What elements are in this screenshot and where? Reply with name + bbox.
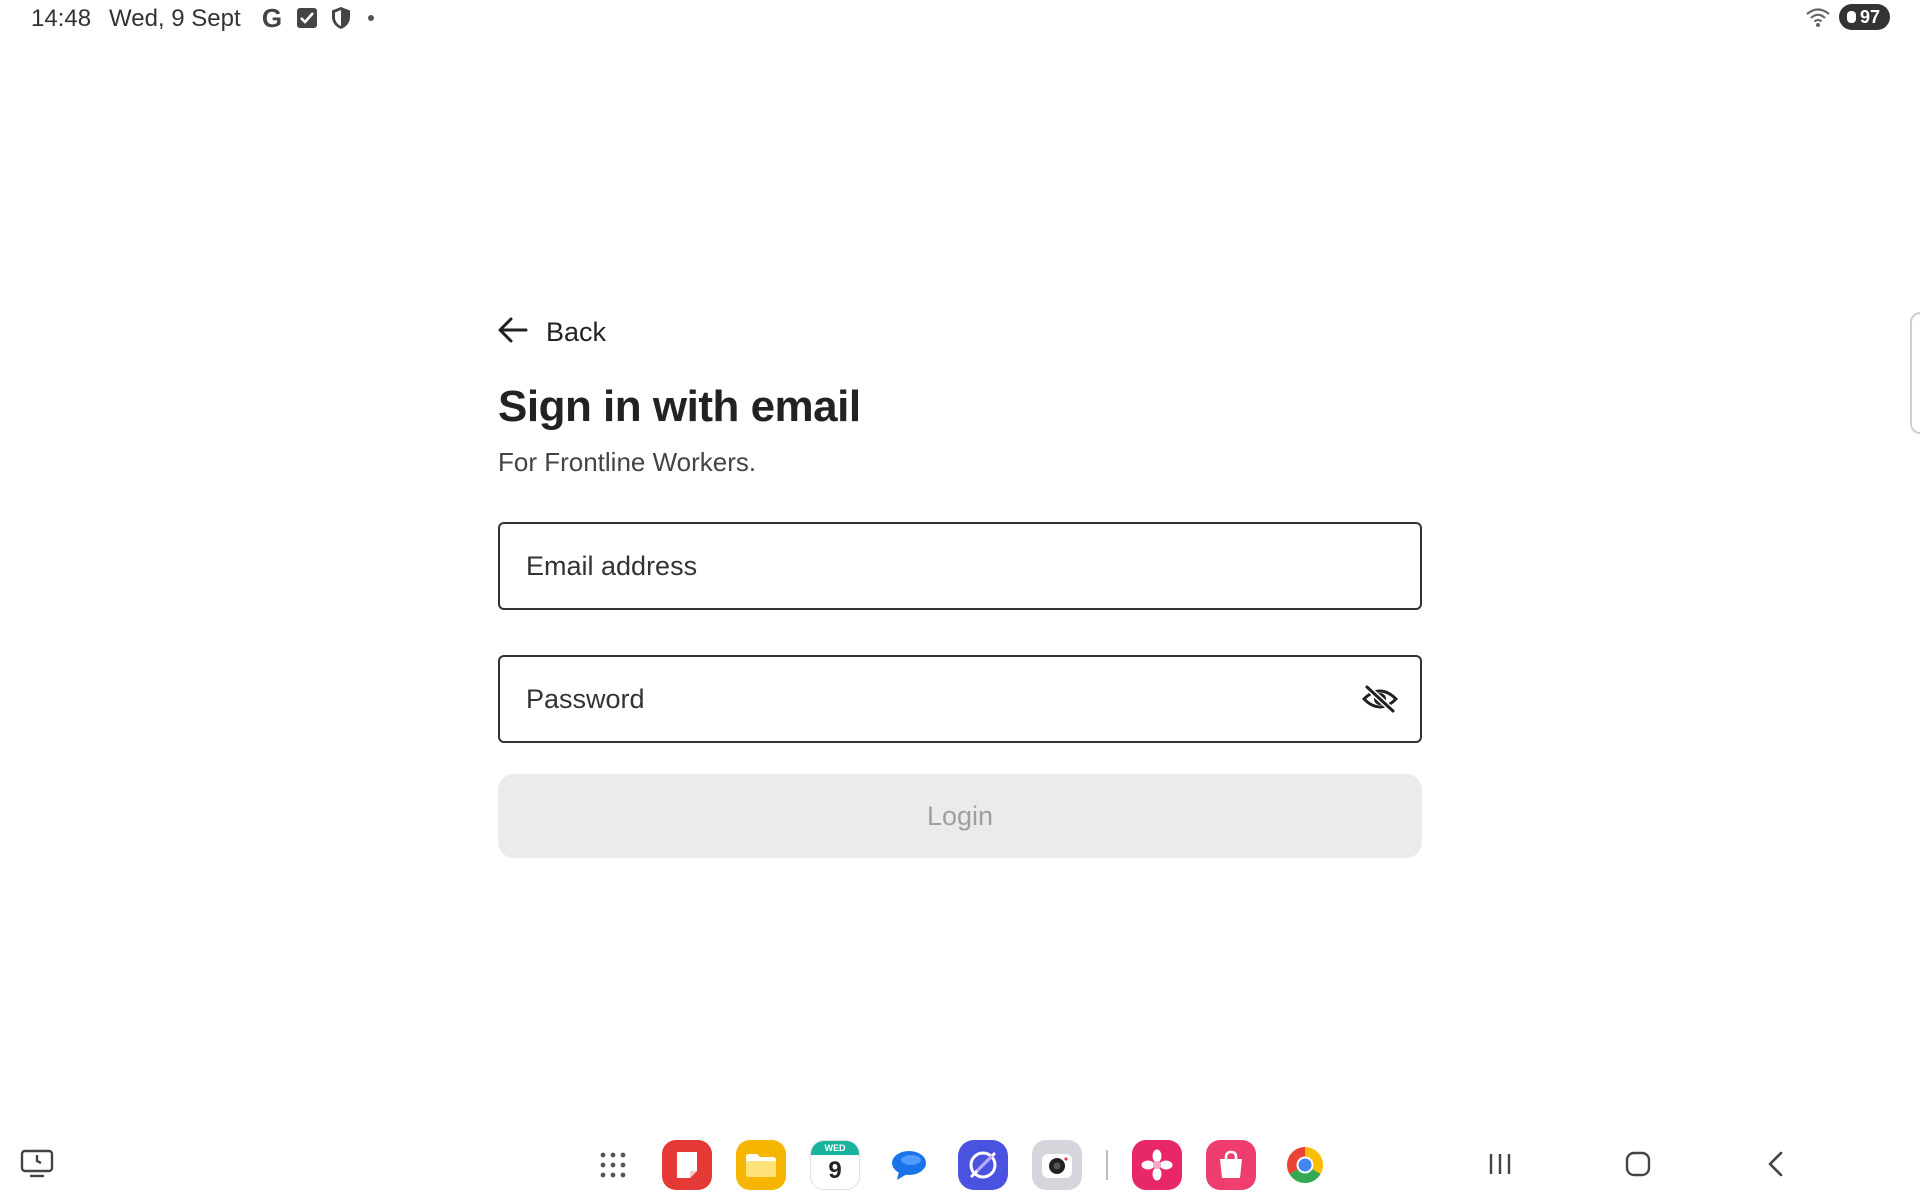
status-system-icons: 97 xyxy=(1805,4,1890,30)
battery-level: 97 xyxy=(1859,6,1880,27)
back-button[interactable]: Back xyxy=(498,312,606,352)
notes-app-icon[interactable] xyxy=(662,1140,712,1190)
taskbar-divider xyxy=(1106,1150,1108,1180)
calendar-weekday: WED xyxy=(811,1141,859,1155)
page-title: Sign in with email xyxy=(498,382,861,431)
email-field[interactable] xyxy=(498,522,1422,610)
more-notifications-dot xyxy=(368,15,374,21)
shield-icon xyxy=(328,5,354,31)
wifi-icon xyxy=(1805,4,1831,30)
battery-saver-glyph xyxy=(1846,11,1856,23)
eye-off-icon[interactable] xyxy=(1360,679,1400,719)
files-app-icon[interactable] xyxy=(736,1140,786,1190)
email-input[interactable] xyxy=(524,549,1400,583)
app-drawer-icon[interactable] xyxy=(588,1140,638,1190)
checkbox-notification-icon xyxy=(294,5,320,31)
status-bar: 14:48 Wed, 9 Sept G 97 xyxy=(0,0,1920,36)
taskbar: WED 9 xyxy=(0,1134,1920,1194)
calendar-app-icon[interactable]: WED 9 xyxy=(810,1140,860,1190)
password-field[interactable] xyxy=(498,655,1422,743)
chrome-app-icon[interactable] xyxy=(1280,1140,1330,1190)
arrow-left-icon xyxy=(498,317,528,348)
battery-icon: 97 xyxy=(1838,4,1890,30)
messages-app-icon[interactable] xyxy=(884,1140,934,1190)
status-time: 14:48 xyxy=(31,5,92,32)
store-app-icon[interactable] xyxy=(1206,1140,1256,1190)
screen-recorder-icon[interactable] xyxy=(20,1148,54,1180)
edge-panel-handle[interactable] xyxy=(1910,312,1920,434)
status-date: Wed, 9 Sept xyxy=(109,5,241,32)
password-input[interactable] xyxy=(524,682,1360,716)
taskbar-apps: WED 9 xyxy=(588,1140,1330,1190)
home-button[interactable] xyxy=(1618,1146,1658,1182)
google-icon: G xyxy=(261,3,283,33)
gallery-app-icon[interactable] xyxy=(1132,1140,1182,1190)
login-button[interactable]: Login xyxy=(498,774,1422,858)
back-nav-button[interactable] xyxy=(1756,1146,1796,1182)
internet-app-icon[interactable] xyxy=(958,1140,1008,1190)
camera-app-icon[interactable] xyxy=(1032,1140,1082,1190)
calendar-day: 9 xyxy=(828,1157,842,1184)
page-subtitle: For Frontline Workers. xyxy=(498,447,757,477)
status-notification-icons: G xyxy=(258,5,374,31)
recents-button[interactable] xyxy=(1480,1146,1520,1182)
back-label: Back xyxy=(546,316,607,347)
sign-in-screen: 14:48 Wed, 9 Sept G 97 Back Sign in with… xyxy=(0,0,1920,1200)
